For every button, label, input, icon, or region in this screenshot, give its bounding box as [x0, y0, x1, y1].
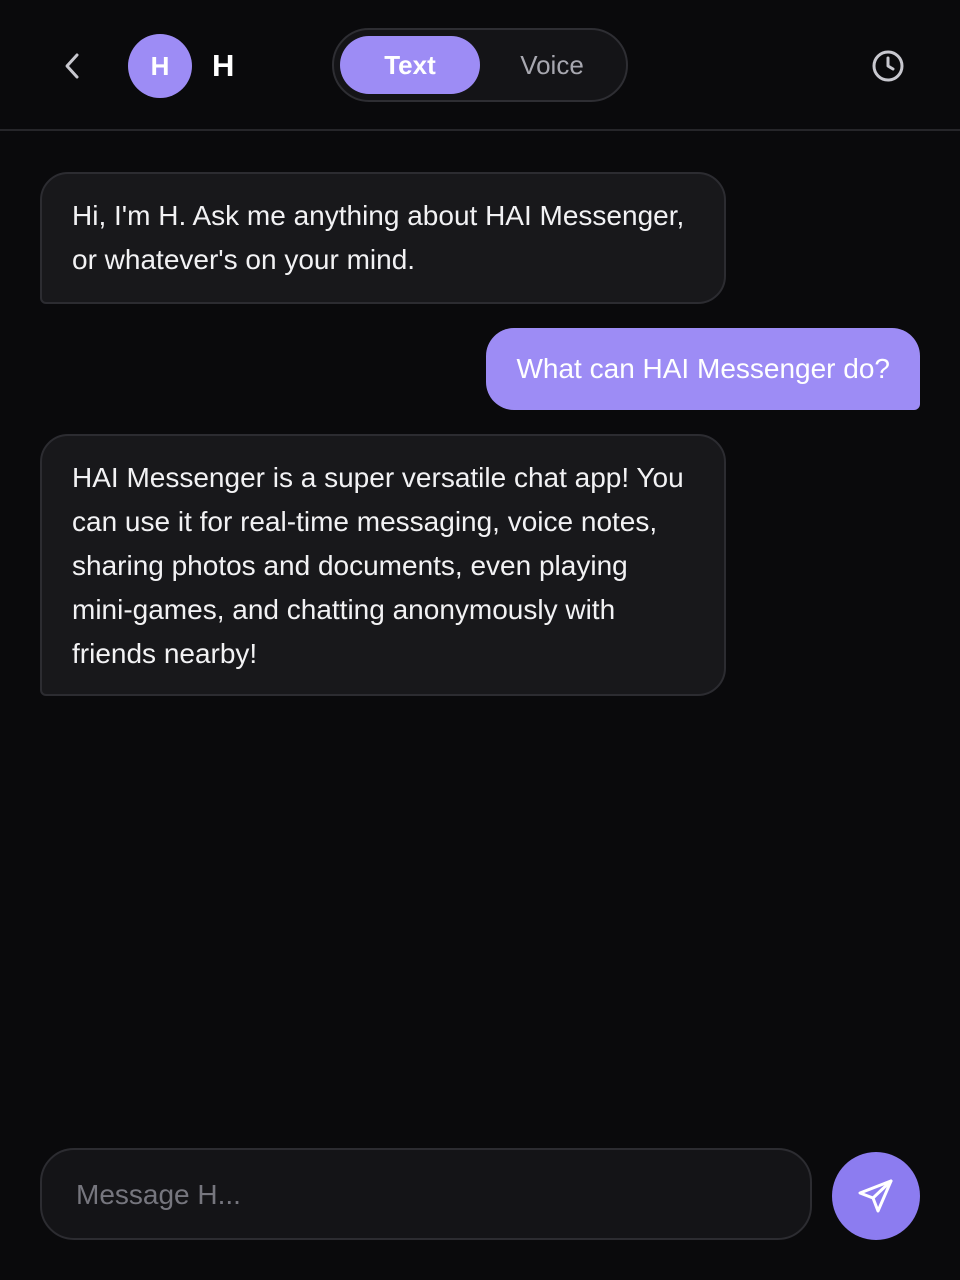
- avatar: H: [128, 34, 192, 98]
- message-bubble-incoming: HAI Messenger is a super versatile chat …: [40, 434, 726, 696]
- chat-header: H H Text Voice: [0, 0, 960, 131]
- message-input[interactable]: [74, 1150, 778, 1240]
- message-text: What can HAI Messenger do?: [516, 353, 890, 384]
- message-text: Hi, I'm H. Ask me anything about HAI Mes…: [72, 200, 685, 275]
- chevron-left-icon: [65, 53, 79, 79]
- chat-screen: H H Text Voice Hi, I'm H. Ask me anythin…: [0, 0, 960, 1280]
- message-bubble-outgoing: What can HAI Messenger do?: [486, 328, 920, 410]
- mode-toggle: Text Voice: [332, 28, 628, 102]
- tab-voice[interactable]: Voice: [484, 36, 620, 94]
- history-button[interactable]: [866, 44, 910, 88]
- avatar-initial: H: [150, 50, 170, 81]
- clock-icon: [872, 50, 904, 82]
- send-icon: [858, 1179, 893, 1213]
- message-text: HAI Messenger is a super versatile chat …: [72, 462, 684, 669]
- message-composer: [40, 1148, 812, 1240]
- contact-name: H: [212, 48, 235, 83]
- send-button[interactable]: [832, 1152, 920, 1240]
- message-bubble-incoming: Hi, I'm H. Ask me anything about HAI Mes…: [40, 172, 726, 304]
- tab-text[interactable]: Text: [340, 36, 480, 94]
- back-button[interactable]: [52, 46, 92, 86]
